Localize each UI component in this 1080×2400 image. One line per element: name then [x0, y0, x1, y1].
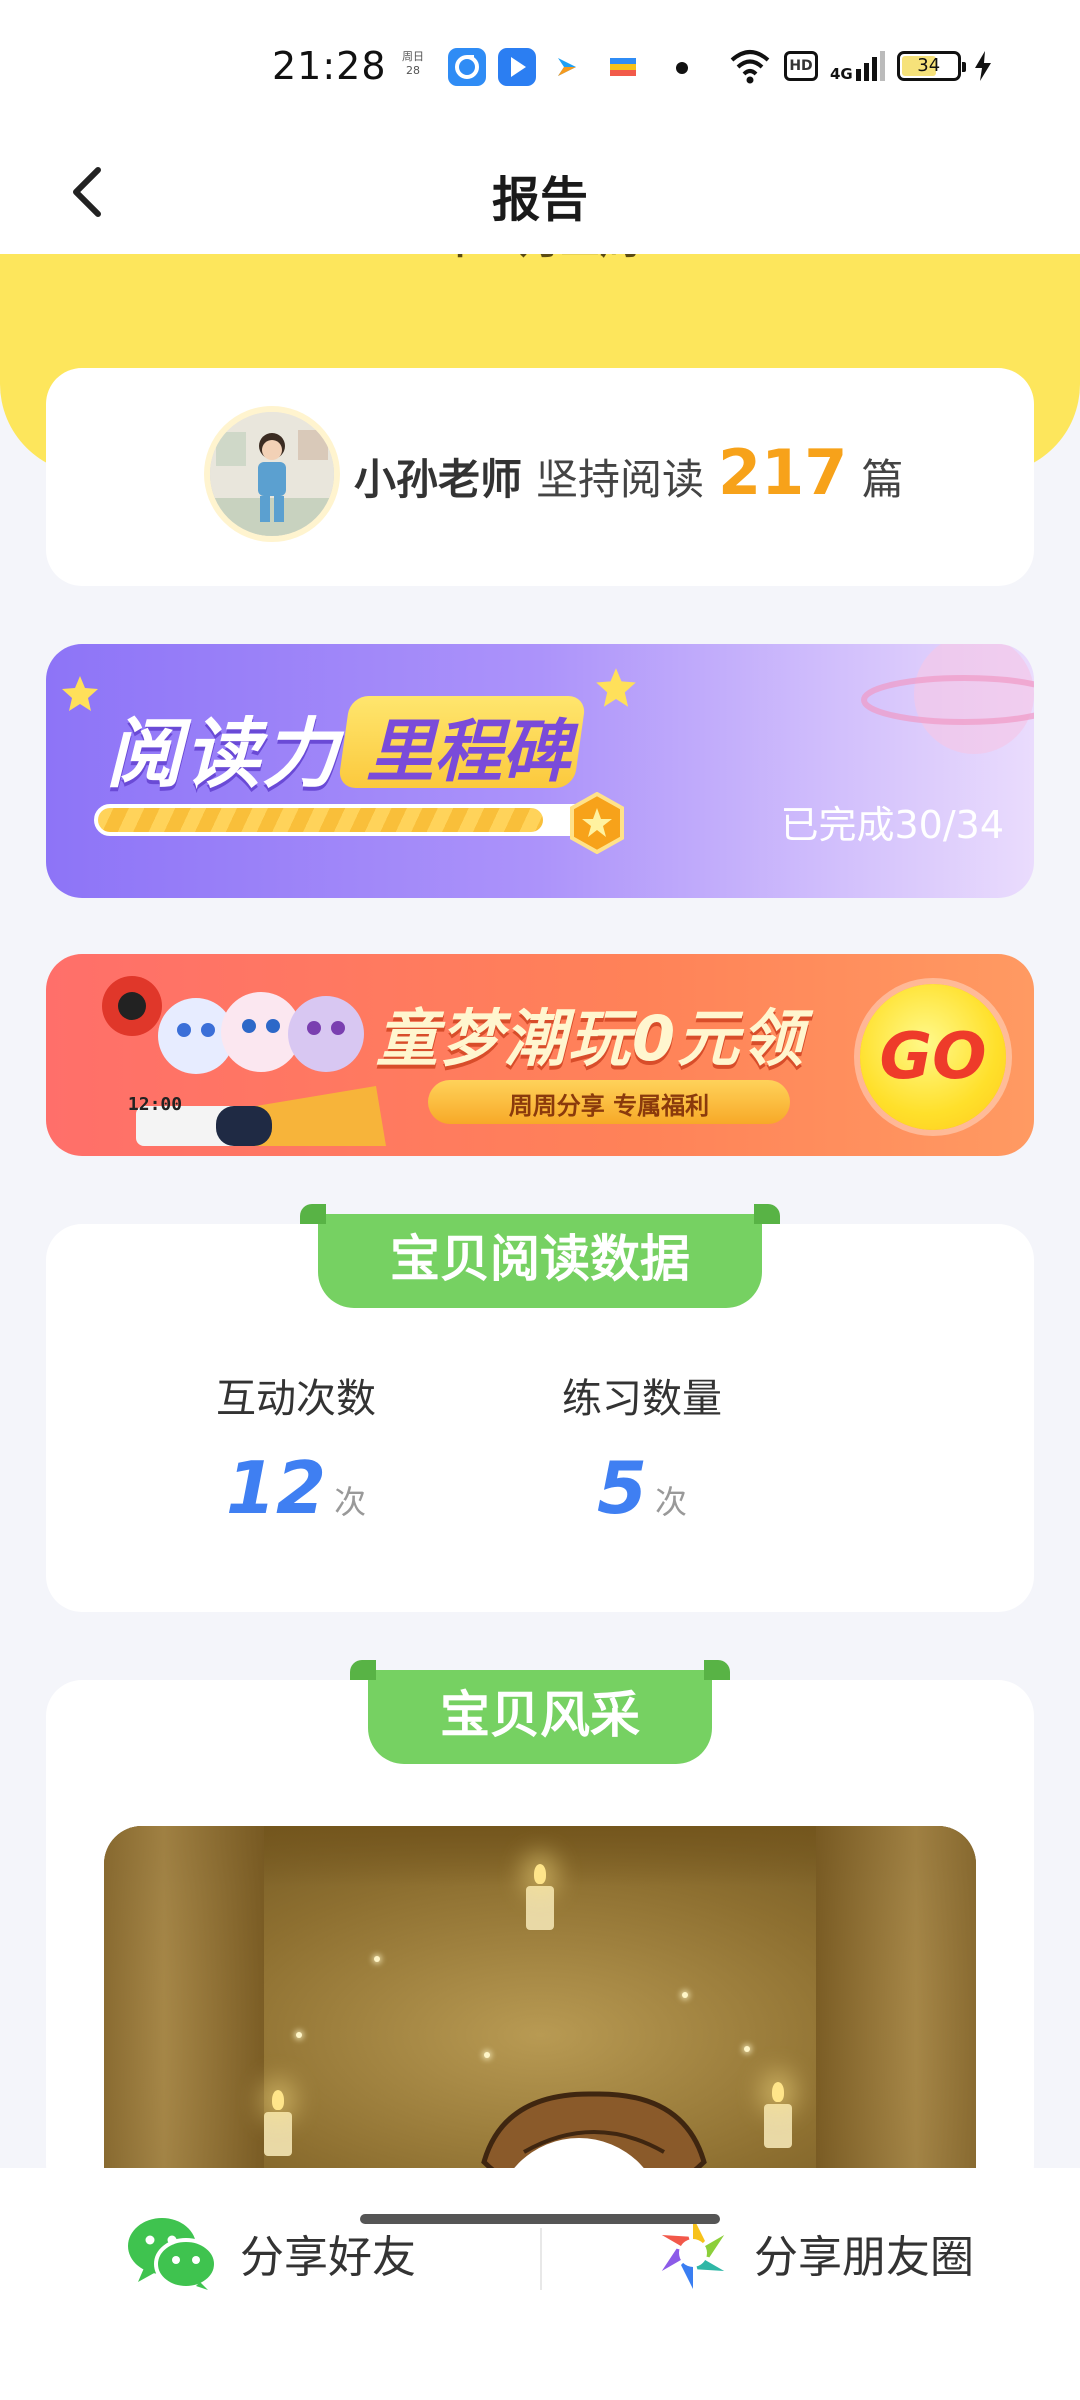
- share-friends-label: 分享好友: [240, 2232, 416, 2283]
- divider: [540, 2228, 542, 2290]
- promo-subtitle: 周周分享 专属福利: [508, 1092, 710, 1120]
- charging-icon: [974, 51, 991, 81]
- home-indicator[interactable]: [360, 2214, 720, 2224]
- app-notification-icon-3: [554, 48, 592, 86]
- video-thumbnail[interactable]: [104, 1826, 976, 2206]
- candle-icon: [526, 1864, 554, 1930]
- status-icons: HD 4G 34: [728, 44, 993, 88]
- toys-illustration-icon: [102, 976, 386, 1146]
- hexagon-star-badge-icon: [570, 792, 624, 854]
- share-moments-label: 分享朋友圈: [754, 2232, 974, 2283]
- notification-dot-icon: [676, 62, 688, 74]
- candle-icon-3: [764, 2082, 792, 2148]
- profile-summary: 小孙老师 坚持阅读 217 篇: [354, 436, 903, 516]
- network-type: 4G: [830, 65, 853, 83]
- clock-display: 12:00: [127, 1094, 183, 1115]
- share-bar: 分享好友 分享朋友圈: [0, 2168, 1080, 2400]
- page-title: 报告: [491, 172, 588, 228]
- reading-milestone-banner[interactable]: 阅读力 里程碑 已完成30/34: [46, 644, 1034, 898]
- stat-practice-count: 练习数量 5 次: [522, 1366, 762, 1530]
- milestone-progress-bar: [94, 804, 606, 836]
- go-button[interactable]: GO: [860, 984, 1006, 1130]
- stat-value-row: 5 次: [522, 1446, 762, 1530]
- baby-style-card: 宝贝风采: [46, 1660, 1034, 2206]
- moments-icon: [661, 2217, 725, 2289]
- calendar-day: 28: [406, 64, 420, 77]
- profile-card: 小孙老师 坚持阅读 217 篇: [46, 368, 1034, 586]
- stat-value-row: 12 次: [176, 1446, 416, 1530]
- stat-value: 12: [225, 1446, 327, 1530]
- status-time: 21:28: [272, 44, 387, 88]
- stat-value: 5: [596, 1446, 648, 1530]
- curtain-left: [104, 1826, 264, 2206]
- reading-unit: 篇: [861, 455, 904, 504]
- app-notification-icon-2: [498, 48, 536, 86]
- milestone-progress-fill: [98, 808, 543, 832]
- reading-label: 坚持阅读: [536, 455, 705, 504]
- milestone-tag: 里程碑: [365, 713, 570, 792]
- stat-label: 互动次数: [216, 1376, 376, 1422]
- star-icon-2: [596, 668, 636, 707]
- nav-bar: 报告: [0, 130, 1080, 254]
- reading-data-card: 宝贝阅读数据 互动次数 12 次 练习数量 5 次: [46, 1204, 1034, 1612]
- cellular-signal-icon: 4G: [830, 51, 885, 83]
- stat-unit: 次: [334, 1483, 367, 1521]
- baby-style-title: 宝贝风采: [350, 1660, 730, 1764]
- stat-label: 练习数量: [562, 1376, 722, 1422]
- teacher-name: 小孙老师: [354, 455, 523, 504]
- status-bar: 21:28 周日 28 HD 4G 34: [0, 0, 1080, 130]
- star-icon: [62, 676, 98, 711]
- stat-interactions: 互动次数 12 次: [176, 1366, 416, 1530]
- battery-level: 34: [917, 55, 941, 76]
- app-notification-icon: [448, 48, 486, 86]
- calendar-icon: 周日 28: [402, 50, 424, 82]
- stat-unit: 次: [655, 1483, 688, 1521]
- planet-decoration-icon: [861, 644, 1034, 754]
- milestone-title: 阅读力: [106, 709, 340, 798]
- avatar[interactable]: [204, 406, 340, 542]
- reading-data-title: 宝贝阅读数据: [300, 1204, 780, 1308]
- wifi-icon: [730, 50, 770, 84]
- promo-banner[interactable]: 12:00 童梦潮玩0元领 周周分享 专属福利 GO: [46, 954, 1034, 1156]
- wechat-icon: [128, 2218, 218, 2290]
- go-label: GO: [879, 1020, 987, 1094]
- wallet-app-icon: [604, 48, 642, 86]
- calendar-label: 周日: [402, 50, 424, 63]
- candle-icon-2: [264, 2090, 292, 2156]
- hd-icon: HD: [784, 51, 818, 81]
- milestone-progress-text: 已完成30/34: [780, 803, 1004, 847]
- curtain-right: [816, 1826, 976, 2206]
- reading-count: 217: [718, 436, 848, 509]
- battery-icon: 34: [896, 51, 966, 81]
- promo-title: 童梦潮玩0元领: [376, 1002, 806, 1075]
